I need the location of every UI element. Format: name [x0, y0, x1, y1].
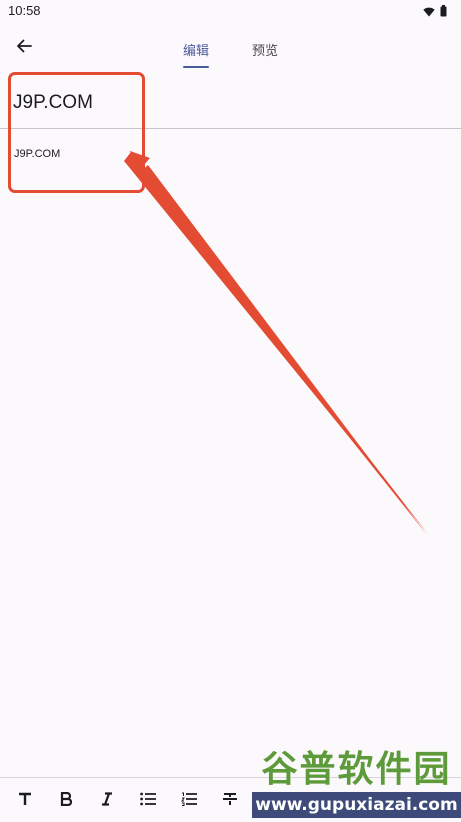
text-size-button[interactable]	[12, 788, 38, 814]
italic-button[interactable]	[94, 788, 120, 814]
annotation-arrow	[124, 151, 428, 535]
text-size-icon	[18, 792, 32, 810]
strikethrough-button[interactable]	[217, 788, 243, 814]
bullet-list-icon	[140, 792, 156, 810]
bullet-list-button[interactable]	[135, 788, 161, 814]
watermark-title: 谷普软件园	[261, 749, 452, 790]
bold-icon	[60, 791, 73, 810]
bold-button[interactable]	[53, 788, 79, 814]
watermark-url: www.gupuxiazai.com	[252, 792, 461, 818]
strikethrough-icon	[223, 792, 237, 810]
numbered-list-button[interactable]	[176, 788, 202, 814]
watermark-logo: 谷普软件园 www.gupuxiazai.com	[252, 748, 461, 818]
numbered-list-icon	[181, 792, 197, 810]
italic-icon	[101, 792, 113, 810]
